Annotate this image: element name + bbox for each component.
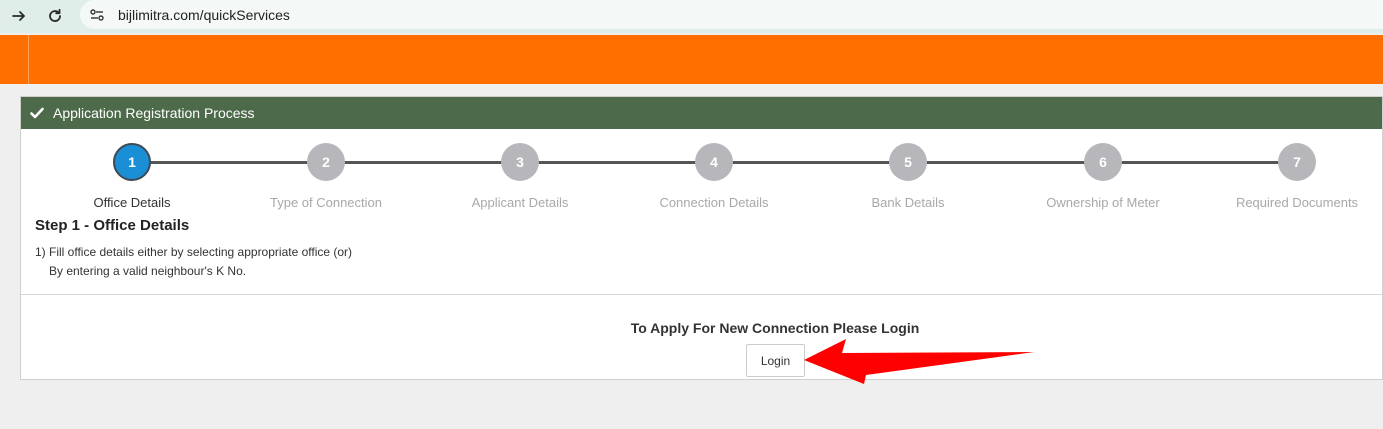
registration-panel: Application Registration Process 1 Offic… bbox=[20, 96, 1383, 380]
panel-heading: Application Registration Process bbox=[21, 97, 1382, 129]
site-header bbox=[0, 35, 1383, 84]
step-label: Bank Details bbox=[871, 195, 945, 210]
arrow-forward-icon[interactable] bbox=[9, 6, 29, 26]
step-progress: 1 Office Details 2 Type of Connection 3 … bbox=[21, 129, 1383, 213]
step-6[interactable]: 6 Ownership of Meter bbox=[1013, 143, 1193, 210]
instruction-line-1: 1) Fill office details either by selecti… bbox=[35, 245, 353, 259]
browser-toolbar: bijlimitra.com/quickServices bbox=[0, 0, 1383, 33]
step-label: Office Details bbox=[93, 195, 171, 210]
step-label: Applicant Details bbox=[471, 195, 569, 210]
step-label: Ownership of Meter bbox=[1046, 195, 1160, 210]
step-number: 7 bbox=[1278, 143, 1316, 181]
step-number: 5 bbox=[889, 143, 927, 181]
step-number: 4 bbox=[695, 143, 733, 181]
step-label: Required Documents bbox=[1235, 195, 1359, 210]
instruction-line-2: By entering a valid neighbour's K No. bbox=[49, 264, 247, 278]
site-settings-icon[interactable] bbox=[88, 6, 106, 24]
step-1[interactable]: 1 Office Details bbox=[42, 143, 222, 210]
login-message: To Apply For New Connection Please Login bbox=[630, 320, 920, 336]
reload-icon[interactable] bbox=[45, 6, 65, 26]
step-4[interactable]: 4 Connection Details bbox=[624, 143, 804, 210]
url-text: bijlimitra.com/quickServices bbox=[118, 6, 290, 23]
checkmark-icon bbox=[30, 105, 46, 121]
step-label: Type of Connection bbox=[269, 195, 383, 210]
red-arrow-icon bbox=[796, 336, 1036, 391]
panel-title: Application Registration Process bbox=[53, 105, 255, 121]
address-bar[interactable]: bijlimitra.com/quickServices bbox=[80, 0, 1383, 29]
step-number: 3 bbox=[501, 143, 539, 181]
section-divider bbox=[21, 294, 1382, 295]
step-number: 2 bbox=[307, 143, 345, 181]
step-number: 1 bbox=[113, 143, 151, 181]
step-7[interactable]: 7 Required Documents bbox=[1207, 143, 1383, 210]
step-label: Connection Details bbox=[659, 195, 769, 210]
step-5[interactable]: 5 Bank Details bbox=[818, 143, 998, 210]
header-logo-area bbox=[0, 35, 29, 84]
step-number: 6 bbox=[1084, 143, 1122, 181]
step-3[interactable]: 3 Applicant Details bbox=[430, 143, 610, 210]
step-title: Step 1 - Office Details bbox=[35, 217, 190, 234]
step-2[interactable]: 2 Type of Connection bbox=[236, 143, 416, 210]
